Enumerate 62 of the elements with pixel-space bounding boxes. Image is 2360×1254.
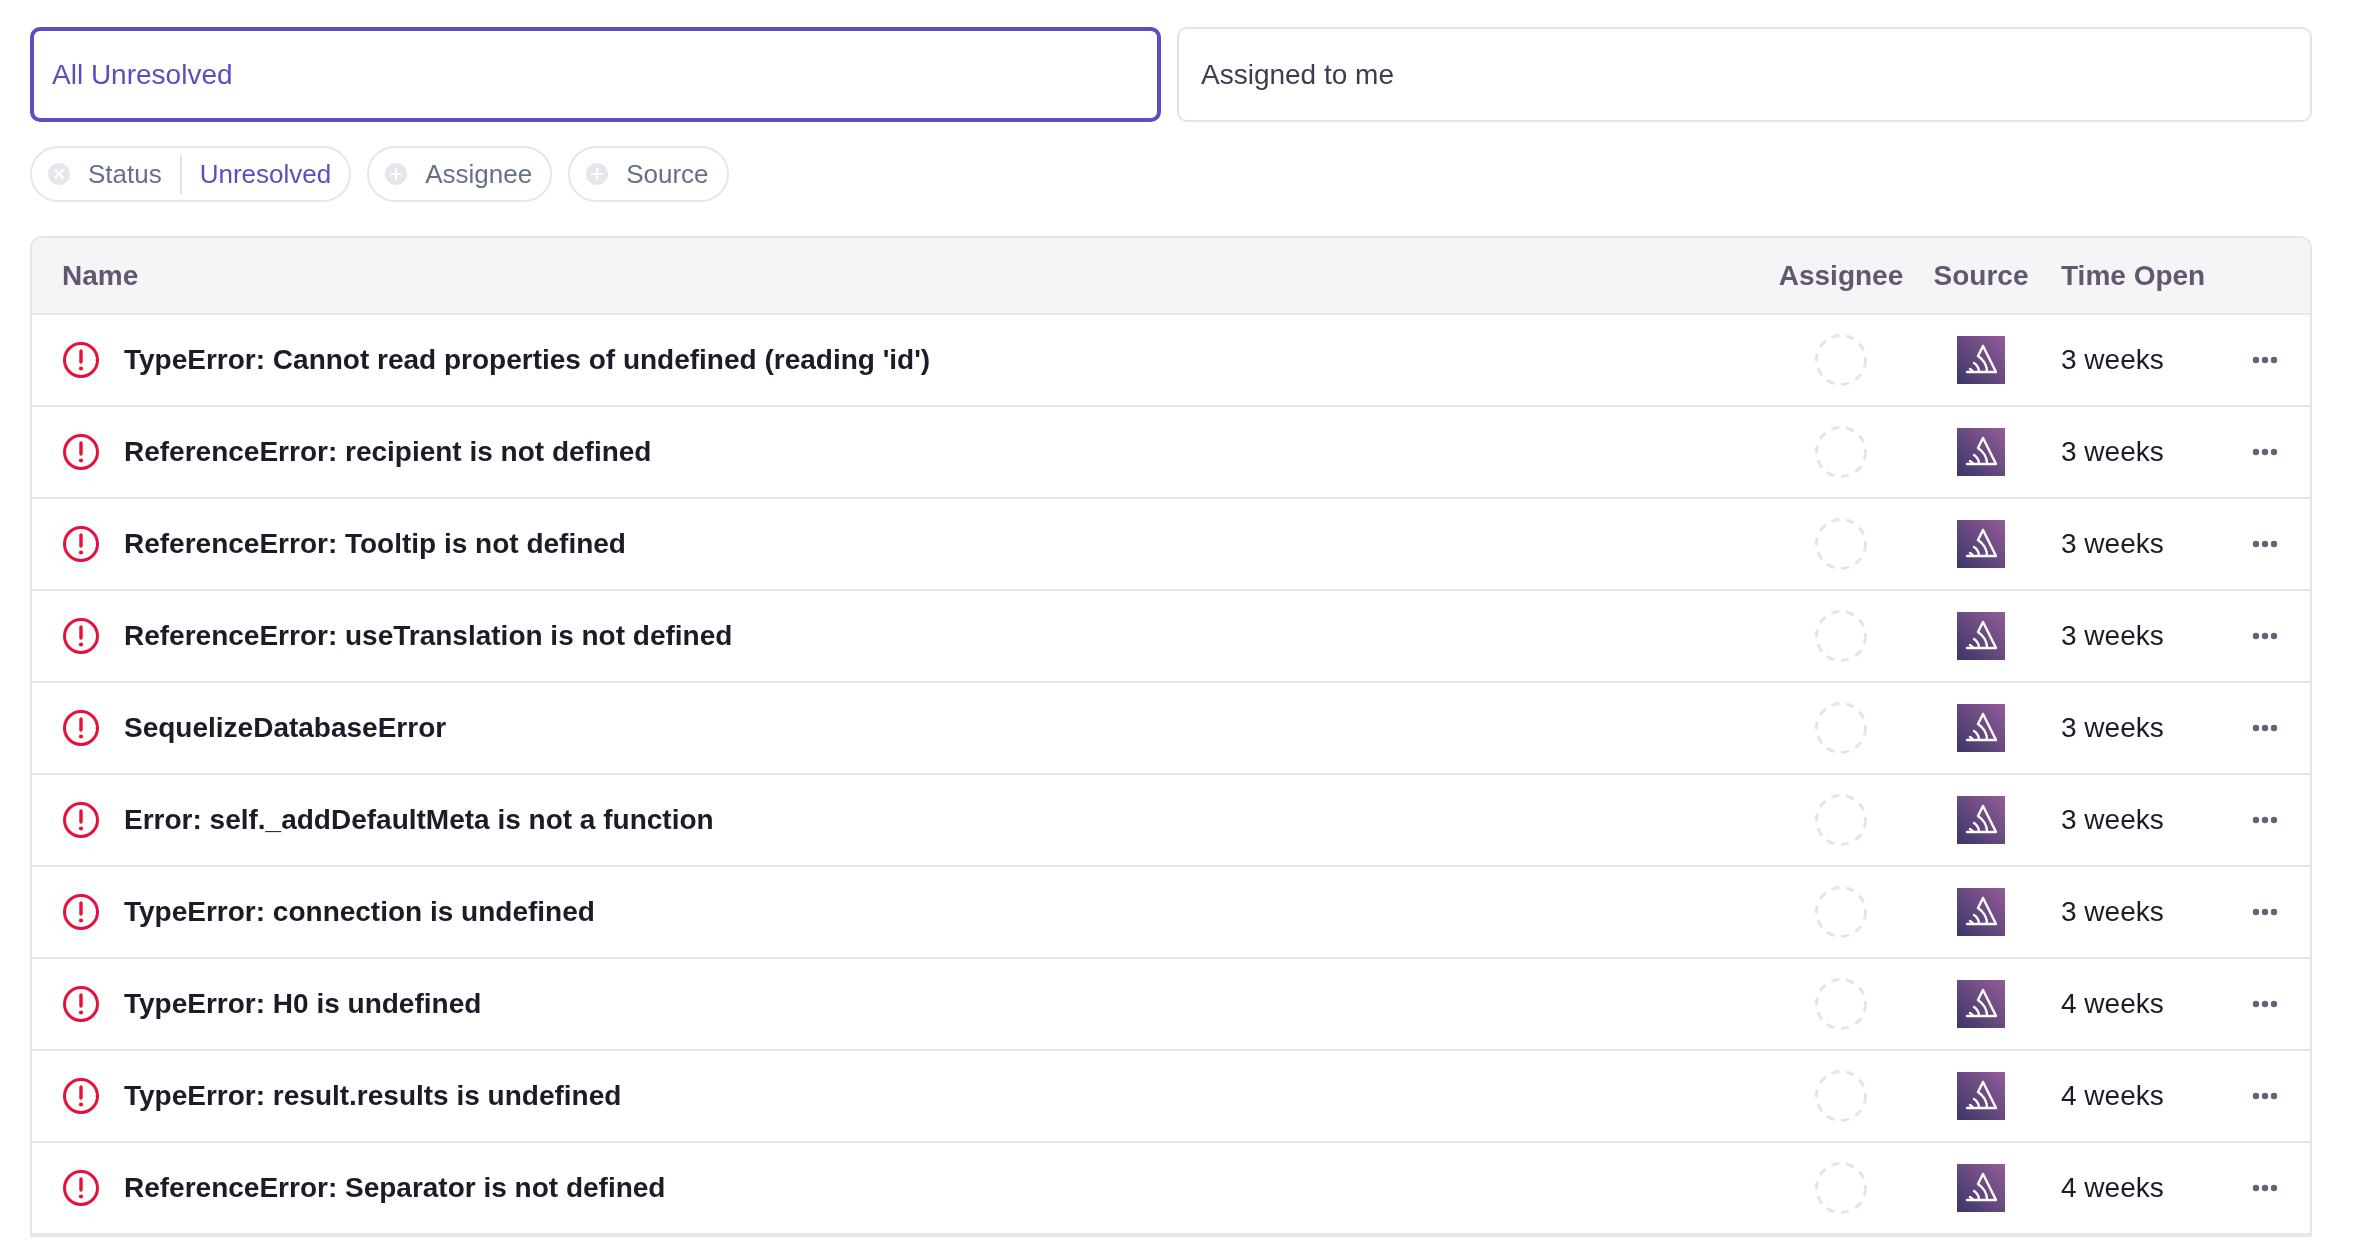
- error-icon: [62, 341, 100, 379]
- filter-tab[interactable]: All Unresolved: [30, 27, 1161, 122]
- issue-name[interactable]: ReferenceError: Tooltip is not defined: [124, 523, 626, 565]
- time-open: 4 weeks: [2061, 1172, 2164, 1203]
- more-icon[interactable]: [2252, 908, 2278, 916]
- source-logo-icon: [1957, 1072, 2005, 1120]
- source-logo-icon: [1957, 428, 2005, 476]
- more-icon[interactable]: [2252, 724, 2278, 732]
- error-icon: [62, 985, 100, 1023]
- clear-filter-icon: [48, 163, 70, 185]
- add-filter-icon: [385, 163, 408, 185]
- source-logo-icon: [1957, 796, 2005, 844]
- time-open: 3 weeks: [2061, 528, 2164, 559]
- time-open: 4 weeks: [2061, 1080, 2164, 1111]
- error-icon: [62, 893, 100, 931]
- error-icon: [62, 617, 100, 655]
- column-header: Time Open: [2061, 259, 2206, 291]
- filter-chip[interactable]: Status Unresolved: [30, 146, 352, 202]
- source-logo-icon: [1957, 612, 2005, 660]
- column-header: Name: [62, 258, 139, 293]
- source-logo-icon: [1957, 980, 2005, 1028]
- error-icon: [62, 1077, 100, 1115]
- more-icon[interactable]: [2252, 1092, 2278, 1100]
- filter-chip[interactable]: Assignee: [367, 146, 553, 202]
- issue-name[interactable]: ReferenceError: recipient is not defined: [124, 431, 652, 473]
- more-icon[interactable]: [2252, 816, 2278, 824]
- issue-name[interactable]: ReferenceError: Separator is not defined: [124, 1167, 666, 1209]
- source-logo-icon: [1957, 704, 2005, 752]
- source-logo-icon: [1957, 336, 2005, 384]
- filter-chip[interactable]: Source: [568, 146, 729, 202]
- time-open: 3 weeks: [2061, 344, 2164, 375]
- more-icon[interactable]: [2252, 1000, 2278, 1008]
- error-icon: [62, 433, 100, 471]
- more-icon[interactable]: [2252, 448, 2278, 456]
- issue-name[interactable]: TypeError: result.results is undefined: [124, 1075, 622, 1117]
- time-open: 3 weeks: [2061, 804, 2164, 835]
- error-icon: [62, 801, 100, 839]
- error-icon: [62, 525, 100, 563]
- error-icon: [62, 709, 100, 747]
- time-open: 3 weeks: [2061, 896, 2164, 927]
- more-icon[interactable]: [2252, 1184, 2278, 1192]
- more-icon[interactable]: [2252, 540, 2278, 548]
- time-open: 3 weeks: [2061, 620, 2164, 651]
- issue-name[interactable]: Error: self._addDefaultMeta is not a function: [124, 799, 714, 841]
- more-icon[interactable]: [2252, 356, 2278, 364]
- time-open: 4 weeks: [2061, 988, 2164, 1019]
- source-logo-icon: [1957, 520, 2005, 568]
- issue-name[interactable]: SequelizeDatabaseError: [124, 707, 447, 749]
- time-open: 3 weeks: [2061, 436, 2164, 467]
- add-filter-icon: [586, 163, 609, 185]
- issue-name[interactable]: TypeError: Cannot read properties of undefined (reading 'id'): [124, 339, 931, 381]
- source-logo-icon: [1957, 888, 2005, 936]
- column-header: Source: [1933, 258, 2029, 293]
- issue-name[interactable]: TypeError: connection is undefined: [124, 891, 595, 933]
- issue-name[interactable]: TypeError: H0 is undefined: [124, 983, 482, 1025]
- issue-name[interactable]: ReferenceError: useTranslation is not defined: [124, 615, 733, 657]
- column-header: Assignee: [1778, 258, 1904, 293]
- source-logo-icon: [1957, 1164, 2005, 1212]
- filter-tab[interactable]: Assigned to me: [1177, 27, 2312, 122]
- error-icon: [62, 1169, 100, 1207]
- more-icon[interactable]: [2252, 632, 2278, 640]
- time-open: 3 weeks: [2061, 712, 2164, 743]
